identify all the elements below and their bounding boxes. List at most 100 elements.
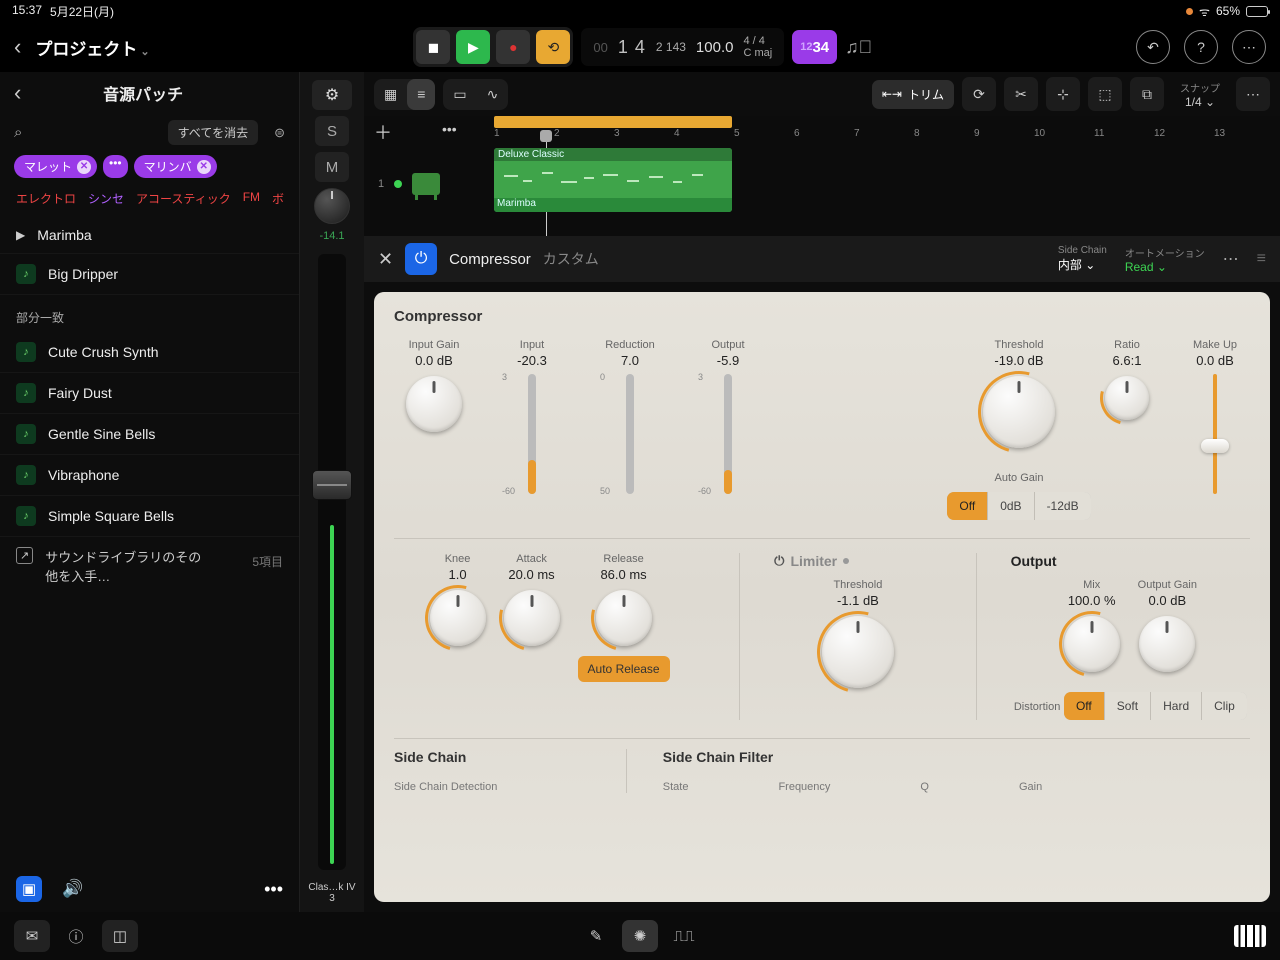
channel-settings-icon[interactable]: ⚙ (312, 80, 352, 110)
tag-marimba[interactable]: マリンバ✕ (134, 155, 217, 178)
distortion-segmented[interactable]: Off Soft Hard Clip (1064, 692, 1247, 720)
patch-item[interactable]: ♪Gentle Sine Bells (0, 414, 299, 455)
lcd-display[interactable]: 00 1 4 2 143 100.0 4 / 4C maj (581, 28, 784, 66)
trim-tool-button[interactable]: ⇤⇥トリム (872, 80, 954, 109)
volume-icon[interactable]: 🔊 (62, 879, 83, 899)
tag-remove-icon[interactable]: ✕ (197, 160, 211, 174)
cycle-button[interactable]: ⟲ (536, 30, 570, 64)
timeline[interactable]: ＋ ••• 12345678910111213 1 Deluxe Classic (364, 116, 1280, 236)
limiter-threshold-knob[interactable] (822, 616, 894, 688)
plugin-drag-handle[interactable]: ≡ (1257, 250, 1266, 268)
tag-mallet-more[interactable]: ••• (103, 155, 128, 178)
midi-region[interactable]: Deluxe Classic Marimba (494, 148, 732, 212)
search-icon[interactable]: ⌕ (14, 124, 22, 141)
cat-fm[interactable]: FM (243, 190, 260, 207)
filter-options-icon[interactable]: ⊜ (274, 125, 285, 141)
plugin-preset[interactable]: カスタム (543, 249, 599, 269)
play-button[interactable]: ▶ (456, 30, 490, 64)
view-automation-button[interactable]: ∿ (477, 79, 509, 110)
attack-knob[interactable] (504, 590, 560, 646)
view-region-button[interactable]: ▭ (443, 79, 476, 110)
cat-acoustic[interactable]: アコースティック (136, 190, 231, 207)
panels-button[interactable]: ◫ (102, 920, 138, 952)
partial-match-label: 部分一致 (0, 295, 299, 332)
plugin-name[interactable]: Compressor (449, 251, 531, 268)
bar-ruler[interactable]: 12345678910111213 (494, 128, 1280, 139)
limiter-title[interactable]: ⏻Limiter (774, 553, 942, 569)
plugin-more-button[interactable]: ⋯ (1223, 249, 1239, 269)
project-title[interactable]: プロジェクト⌄ (35, 35, 149, 60)
sidechain-selector[interactable]: Side Chain内部 ⌄ (1058, 245, 1107, 273)
limiter-power-icon[interactable]: ⏻ (774, 553, 784, 569)
release-knob[interactable] (596, 590, 652, 646)
track-options-button[interactable]: ••• (442, 121, 457, 137)
undo-button[interactable]: ↶ (1136, 30, 1170, 64)
clear-all-button[interactable]: すべてを消去 (168, 120, 258, 145)
output-gain-knob[interactable] (1139, 616, 1195, 672)
patch-sidebar: ‹ 音源パッチ ⌕ すべてを消去 ⊜ マレット✕ ••• マリンバ✕ エレクトロ… (0, 72, 300, 912)
fader[interactable] (318, 254, 346, 870)
sidebar-more-icon[interactable]: ••• (264, 879, 283, 900)
add-track-button[interactable]: ＋ (374, 119, 392, 145)
snap-setting[interactable]: スナップ1/4 ⌄ (1180, 80, 1220, 109)
sidebar-title: 音源パッチ (21, 81, 265, 105)
more-button[interactable]: ⋯ (1232, 30, 1266, 64)
autogain-segmented[interactable]: Off 0dB -12dB (947, 492, 1090, 520)
close-plugin-button[interactable]: ✕ (378, 249, 393, 270)
tag-mallet[interactable]: マレット✕ (14, 155, 97, 178)
input-gain-knob[interactable] (406, 376, 462, 432)
play-preview-icon[interactable]: ▶ (16, 228, 25, 242)
copy-button[interactable]: ⧉ (1130, 77, 1164, 111)
keyboard-button[interactable] (1234, 925, 1266, 947)
cat-synth[interactable]: シンセ (88, 190, 124, 207)
patch-marimba[interactable]: ▶Marimba (0, 217, 299, 254)
plugin-power-button[interactable]: ⏻ (405, 243, 437, 275)
threshold-knob[interactable] (983, 376, 1055, 448)
patch-item[interactable]: ♪Cute Crush Synth (0, 332, 299, 373)
view-grid-button[interactable]: ▦ (374, 79, 407, 110)
mute-button[interactable]: M (315, 152, 349, 182)
track-header[interactable]: 1 (364, 173, 489, 195)
tag-remove-icon[interactable]: ✕ (77, 160, 91, 174)
stop-button[interactable]: ◼ (416, 30, 450, 64)
cycle-range[interactable] (494, 116, 732, 128)
patch-big-dipper[interactable]: ♪Big Dripper (0, 254, 299, 295)
input-meter: 3 -60 (512, 374, 552, 494)
browser-toggle-button[interactable]: ▣ (16, 876, 42, 902)
view-list-button[interactable]: ≡ (407, 79, 435, 110)
cat-more[interactable]: ボ (272, 190, 284, 207)
sidebar-back[interactable]: ‹ (14, 80, 21, 106)
instrument-icon: ♪ (16, 424, 36, 444)
timeline-toolbar: ▦ ≡ ▭ ∿ ⇤⇥トリム ⟳ ✂ ⊹ ⬚ ⧉ スナップ1/4 ⌄ ⋯ (364, 72, 1280, 116)
patch-item[interactable]: ♪Vibraphone (0, 455, 299, 496)
edit-mode-button[interactable]: ✎ (578, 920, 614, 952)
patch-item[interactable]: ♪Simple Square Bells (0, 496, 299, 537)
back-button[interactable]: ‹ (14, 34, 21, 60)
loop-tool-button[interactable]: ⟳ (962, 77, 996, 111)
solo-button[interactable]: S (315, 116, 349, 146)
count-in-button[interactable]: 12123434 (792, 30, 837, 64)
category-row[interactable]: エレクトロ シンセ アコースティック FM ボ (0, 182, 299, 217)
auto-release-button[interactable]: Auto Release (578, 656, 670, 682)
automation-selector[interactable]: オートメーションRead ⌄ (1125, 245, 1205, 274)
pan-knob[interactable] (314, 188, 350, 224)
info-button[interactable]: ⓘ (58, 920, 94, 952)
select-button[interactable]: ⬚ (1088, 77, 1122, 111)
fx-mode-button[interactable]: ✺ (622, 920, 658, 952)
split-button[interactable]: ⊹ (1046, 77, 1080, 111)
scissors-button[interactable]: ✂ (1004, 77, 1038, 111)
library-more[interactable]: ↗ サウンドライブラリのその他を入手… 5項目 (0, 537, 299, 595)
record-button[interactable]: ● (496, 30, 530, 64)
help-button[interactable]: ? (1184, 30, 1218, 64)
cat-electro[interactable]: エレクトロ (16, 190, 76, 207)
metronome-button[interactable]: ♫⃤ (845, 37, 872, 58)
knee-knob[interactable] (430, 590, 486, 646)
timeline-more-button[interactable]: ⋯ (1236, 77, 1270, 111)
mix-knob[interactable] (1064, 616, 1120, 672)
output-meter: 3 -60 (708, 374, 748, 494)
mixer-mode-button[interactable]: ⎍⎍ (666, 920, 702, 952)
patch-item[interactable]: ♪Fairy Dust (0, 373, 299, 414)
makeup-slider[interactable] (1200, 374, 1230, 494)
ratio-knob[interactable] (1105, 376, 1149, 420)
inbox-button[interactable]: ✉ (14, 920, 50, 952)
